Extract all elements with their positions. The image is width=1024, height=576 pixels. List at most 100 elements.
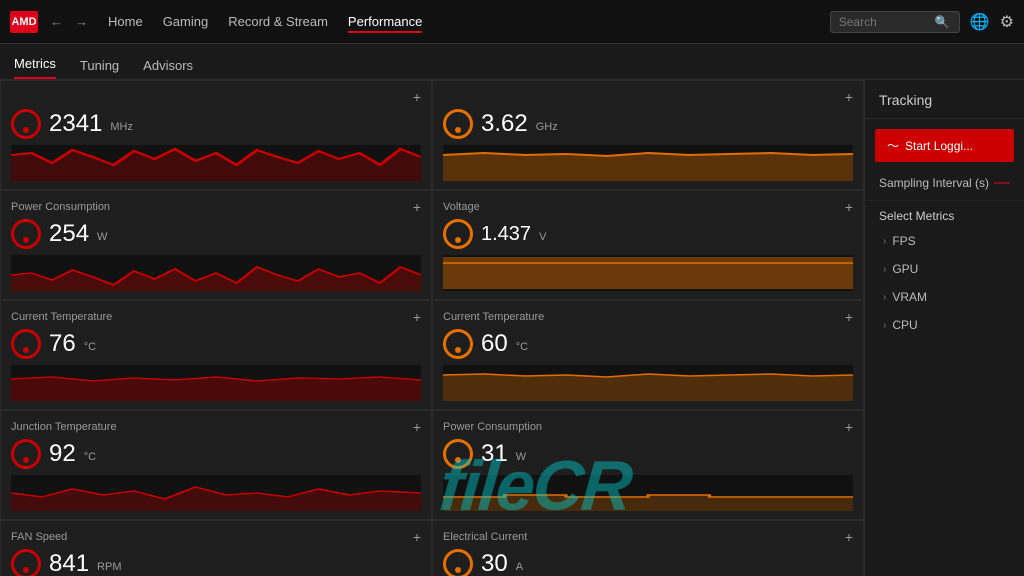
metric-panel-voltage: Voltage + 1.437 V [432,190,864,300]
metric-unit-power: W [97,231,107,243]
add-power-metric[interactable]: + [413,199,421,215]
metric-number-clock: 2341 [49,112,102,136]
dial-pwr [443,439,473,469]
nav-performance[interactable]: Performance [348,10,422,33]
add-temp-metric[interactable]: + [413,309,421,325]
start-logging-button[interactable]: 〜 Start Loggi... [875,129,1014,162]
nav-arrows: ← → [46,12,92,31]
gpu-label: GPU [892,262,918,276]
vram-sidebar-label: VRAM [892,290,927,304]
metric-label-power: Power Consumption [11,201,110,213]
chevron-fps-icon: › [883,236,886,247]
metric-unit-fan: RPM [97,561,121,573]
add-ctemp-metric[interactable]: + [845,309,853,325]
metric-unit-temp: °C [84,341,96,353]
metric-label-fan: FAN Speed [11,531,67,543]
metric-value-row-temp: 76 °C [11,329,421,359]
nav-links: Home Gaming Record & Stream Performance [108,10,422,33]
metric-value-row-voltage: 1.437 V [443,219,853,249]
sampling-interval-section[interactable]: Sampling Interval (s) — [865,166,1024,201]
metric-panel-jtemp: Junction Temperature + 92 °C [0,410,432,520]
metric-panel-fan: FAN Speed + 841 RPM [0,520,432,576]
nav-gaming[interactable]: Gaming [163,10,209,33]
metric-panel-ecurr: Electrical Current + 30 A [432,520,864,576]
dial-fan [11,549,41,576]
metric-panel-power: Power Consumption + 254 W [0,190,432,300]
metric-label-pwr: Power Consumption [443,421,542,433]
metric-value-row-power: 254 W [11,219,421,249]
add-voltage-metric[interactable]: + [845,199,853,215]
chart-ctemp [443,365,853,401]
metric-label-ecurr: Electrical Current [443,531,527,543]
metric-label-voltage: Voltage [443,201,480,213]
sampling-interval-label: Sampling Interval (s) [879,176,989,190]
add-pwr-metric[interactable]: + [845,419,853,435]
metric-panel-temp: Current Temperature + 76 °C [0,300,432,410]
sidebar-item-gpu[interactable]: › GPU [865,255,1024,283]
metric-value-row-ghz: 3.62 GHz [443,109,853,139]
metric-unit-ecurr: A [516,561,523,573]
top-navigation: AMD ← → Home Gaming Record & Stream Perf… [0,0,1024,44]
metrics-grid: + 2341 MHz + [0,80,864,576]
dial-ghz [443,109,473,139]
nav-record-stream[interactable]: Record & Stream [228,10,328,33]
add-ecurr-metric[interactable]: + [845,529,853,545]
sub-navigation: Metrics Tuning Advisors [0,44,1024,80]
sidebar-item-vram[interactable]: › VRAM [865,283,1024,311]
metric-number-temp: 76 [49,332,76,356]
search-area: 🔍 🌐 ⚙ [830,11,1014,33]
chevron-cpu-icon: › [883,320,886,331]
tab-advisors[interactable]: Advisors [143,58,193,79]
dial-power [11,219,41,249]
metric-header-fan: FAN Speed + [11,529,421,545]
metric-header-voltage: Voltage + [443,199,853,215]
metric-number-ctemp: 60 [481,332,508,356]
dial-voltage [443,219,473,249]
add-jtemp-metric[interactable]: + [413,419,421,435]
sampling-interval-minus[interactable]: — [994,174,1010,192]
globe-icon[interactable]: 🌐 [970,12,990,32]
metric-number-pwr: 31 [481,442,508,466]
metric-value-row-pwr: 31 W [443,439,853,469]
chevron-vram-icon: › [883,292,886,303]
chart-icon: 〜 [887,137,899,154]
metric-header-ecurr: Electrical Current + [443,529,853,545]
start-logging-label: Start Loggi... [905,139,973,153]
add-fan-metric[interactable]: + [413,529,421,545]
chart-power [11,255,421,291]
sidebar-title: Tracking [865,80,1024,119]
metric-value-row-clock: 2341 MHz [11,109,421,139]
chart-pwr [443,475,853,511]
settings-icon[interactable]: ⚙ [1000,12,1014,32]
right-sidebar: Tracking 〜 Start Loggi... Sampling Inter… [864,80,1024,576]
tab-tuning[interactable]: Tuning [80,58,119,79]
chart-clock [11,145,421,181]
metric-value-row-jtemp: 92 °C [11,439,421,469]
chart-jtemp [11,475,421,511]
add-clock-metric[interactable]: + [413,89,421,105]
metric-label-temp: Current Temperature [11,311,112,323]
forward-button[interactable]: → [71,12,92,31]
amd-logo: AMD [10,11,38,33]
search-icon: 🔍 [935,15,950,29]
metric-unit-voltage: V [539,231,546,243]
sidebar-item-fps[interactable]: › FPS [865,227,1024,255]
sidebar-item-cpu[interactable]: › CPU [865,311,1024,339]
dial-clock [11,109,41,139]
metric-unit-pwr: W [516,451,526,463]
metric-label-ctemp: Current Temperature [443,311,544,323]
back-button[interactable]: ← [46,12,67,31]
add-ghz-metric[interactable]: + [845,89,853,105]
metric-panel-ghz: + 3.62 GHz [432,80,864,190]
metric-unit-clock: MHz [110,121,133,133]
select-metrics-title: Select Metrics [865,201,1024,227]
nav-home[interactable]: Home [108,10,143,33]
search-input[interactable] [839,15,929,29]
metric-header-temp: Current Temperature + [11,309,421,325]
metric-number-power: 254 [49,222,89,246]
cpu-label: CPU [892,318,917,332]
search-box[interactable]: 🔍 [830,11,960,33]
metric-header-power: Power Consumption + [11,199,421,215]
tab-metrics[interactable]: Metrics [14,56,56,79]
metric-panel-clock: + 2341 MHz [0,80,432,190]
